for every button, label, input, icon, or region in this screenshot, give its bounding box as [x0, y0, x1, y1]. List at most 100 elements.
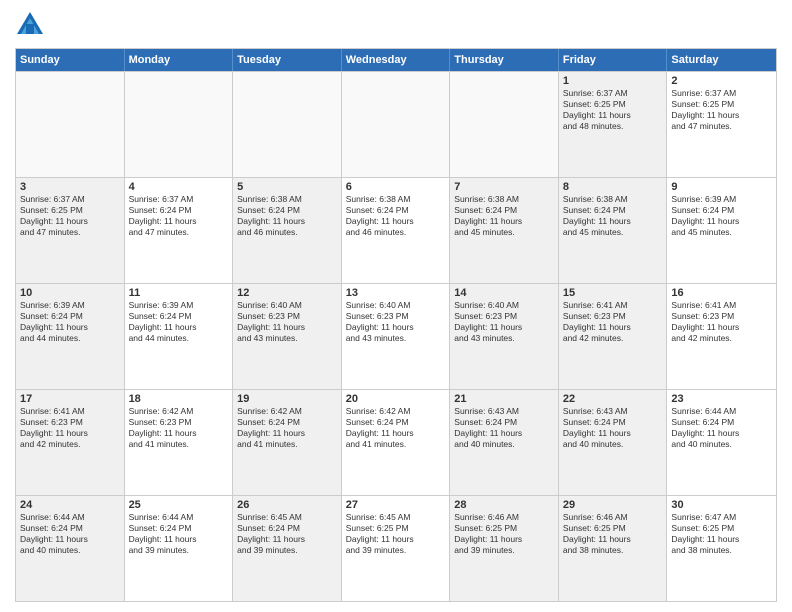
day-number: 11	[129, 287, 229, 299]
day-number: 14	[454, 287, 554, 299]
calendar-cell: 29Sunrise: 6:46 AM Sunset: 6:25 PM Dayli…	[559, 496, 668, 601]
calendar-cell: 13Sunrise: 6:40 AM Sunset: 6:23 PM Dayli…	[342, 284, 451, 389]
day-info: Sunrise: 6:44 AM Sunset: 6:24 PM Dayligh…	[20, 512, 120, 556]
day-info: Sunrise: 6:40 AM Sunset: 6:23 PM Dayligh…	[237, 300, 337, 344]
day-number: 8	[563, 181, 663, 193]
day-info: Sunrise: 6:43 AM Sunset: 6:24 PM Dayligh…	[563, 406, 663, 450]
calendar-cell: 15Sunrise: 6:41 AM Sunset: 6:23 PM Dayli…	[559, 284, 668, 389]
day-number: 9	[671, 181, 772, 193]
calendar-header-cell: Friday	[559, 49, 668, 71]
day-info: Sunrise: 6:38 AM Sunset: 6:24 PM Dayligh…	[563, 194, 663, 238]
calendar-cell	[125, 72, 234, 177]
calendar-header-cell: Saturday	[667, 49, 776, 71]
calendar-header-cell: Sunday	[16, 49, 125, 71]
calendar-row: 1Sunrise: 6:37 AM Sunset: 6:25 PM Daylig…	[16, 71, 776, 177]
day-number: 12	[237, 287, 337, 299]
day-info: Sunrise: 6:37 AM Sunset: 6:25 PM Dayligh…	[20, 194, 120, 238]
calendar-row: 17Sunrise: 6:41 AM Sunset: 6:23 PM Dayli…	[16, 389, 776, 495]
calendar-header-cell: Monday	[125, 49, 234, 71]
calendar-cell: 7Sunrise: 6:38 AM Sunset: 6:24 PM Daylig…	[450, 178, 559, 283]
day-info: Sunrise: 6:39 AM Sunset: 6:24 PM Dayligh…	[671, 194, 772, 238]
day-info: Sunrise: 6:44 AM Sunset: 6:24 PM Dayligh…	[671, 406, 772, 450]
calendar-row: 24Sunrise: 6:44 AM Sunset: 6:24 PM Dayli…	[16, 495, 776, 601]
day-number: 18	[129, 393, 229, 405]
day-number: 2	[671, 75, 772, 87]
day-number: 10	[20, 287, 120, 299]
calendar-cell: 14Sunrise: 6:40 AM Sunset: 6:23 PM Dayli…	[450, 284, 559, 389]
day-info: Sunrise: 6:45 AM Sunset: 6:24 PM Dayligh…	[237, 512, 337, 556]
day-number: 27	[346, 499, 446, 511]
logo	[15, 10, 49, 40]
calendar-cell: 2Sunrise: 6:37 AM Sunset: 6:25 PM Daylig…	[667, 72, 776, 177]
calendar-cell: 10Sunrise: 6:39 AM Sunset: 6:24 PM Dayli…	[16, 284, 125, 389]
calendar-cell	[16, 72, 125, 177]
page: SundayMondayTuesdayWednesdayThursdayFrid…	[0, 0, 792, 612]
calendar-cell: 26Sunrise: 6:45 AM Sunset: 6:24 PM Dayli…	[233, 496, 342, 601]
day-info: Sunrise: 6:39 AM Sunset: 6:24 PM Dayligh…	[20, 300, 120, 344]
day-number: 17	[20, 393, 120, 405]
calendar-cell: 24Sunrise: 6:44 AM Sunset: 6:24 PM Dayli…	[16, 496, 125, 601]
calendar-header-cell: Thursday	[450, 49, 559, 71]
calendar-row: 3Sunrise: 6:37 AM Sunset: 6:25 PM Daylig…	[16, 177, 776, 283]
calendar-cell: 4Sunrise: 6:37 AM Sunset: 6:24 PM Daylig…	[125, 178, 234, 283]
day-info: Sunrise: 6:39 AM Sunset: 6:24 PM Dayligh…	[129, 300, 229, 344]
calendar-cell: 25Sunrise: 6:44 AM Sunset: 6:24 PM Dayli…	[125, 496, 234, 601]
calendar-cell: 5Sunrise: 6:38 AM Sunset: 6:24 PM Daylig…	[233, 178, 342, 283]
day-number: 24	[20, 499, 120, 511]
day-number: 28	[454, 499, 554, 511]
calendar-cell: 23Sunrise: 6:44 AM Sunset: 6:24 PM Dayli…	[667, 390, 776, 495]
day-number: 29	[563, 499, 663, 511]
calendar-cell: 9Sunrise: 6:39 AM Sunset: 6:24 PM Daylig…	[667, 178, 776, 283]
day-number: 30	[671, 499, 772, 511]
day-info: Sunrise: 6:41 AM Sunset: 6:23 PM Dayligh…	[671, 300, 772, 344]
day-info: Sunrise: 6:42 AM Sunset: 6:24 PM Dayligh…	[346, 406, 446, 450]
calendar-cell: 8Sunrise: 6:38 AM Sunset: 6:24 PM Daylig…	[559, 178, 668, 283]
day-info: Sunrise: 6:46 AM Sunset: 6:25 PM Dayligh…	[563, 512, 663, 556]
day-info: Sunrise: 6:37 AM Sunset: 6:25 PM Dayligh…	[671, 88, 772, 132]
day-number: 13	[346, 287, 446, 299]
day-number: 6	[346, 181, 446, 193]
day-number: 15	[563, 287, 663, 299]
calendar-cell	[233, 72, 342, 177]
calendar-cell: 12Sunrise: 6:40 AM Sunset: 6:23 PM Dayli…	[233, 284, 342, 389]
day-number: 20	[346, 393, 446, 405]
header	[15, 10, 777, 40]
day-number: 1	[563, 75, 663, 87]
calendar-cell: 21Sunrise: 6:43 AM Sunset: 6:24 PM Dayli…	[450, 390, 559, 495]
calendar-header-cell: Wednesday	[342, 49, 451, 71]
day-info: Sunrise: 6:44 AM Sunset: 6:24 PM Dayligh…	[129, 512, 229, 556]
day-number: 19	[237, 393, 337, 405]
calendar-cell	[450, 72, 559, 177]
calendar-cell: 17Sunrise: 6:41 AM Sunset: 6:23 PM Dayli…	[16, 390, 125, 495]
calendar-cell: 22Sunrise: 6:43 AM Sunset: 6:24 PM Dayli…	[559, 390, 668, 495]
calendar: SundayMondayTuesdayWednesdayThursdayFrid…	[15, 48, 777, 602]
day-info: Sunrise: 6:41 AM Sunset: 6:23 PM Dayligh…	[20, 406, 120, 450]
calendar-header-cell: Tuesday	[233, 49, 342, 71]
day-number: 4	[129, 181, 229, 193]
calendar-header: SundayMondayTuesdayWednesdayThursdayFrid…	[16, 49, 776, 71]
day-number: 21	[454, 393, 554, 405]
day-number: 26	[237, 499, 337, 511]
calendar-row: 10Sunrise: 6:39 AM Sunset: 6:24 PM Dayli…	[16, 283, 776, 389]
day-info: Sunrise: 6:38 AM Sunset: 6:24 PM Dayligh…	[237, 194, 337, 238]
day-info: Sunrise: 6:41 AM Sunset: 6:23 PM Dayligh…	[563, 300, 663, 344]
calendar-cell: 27Sunrise: 6:45 AM Sunset: 6:25 PM Dayli…	[342, 496, 451, 601]
calendar-cell: 18Sunrise: 6:42 AM Sunset: 6:23 PM Dayli…	[125, 390, 234, 495]
day-info: Sunrise: 6:37 AM Sunset: 6:25 PM Dayligh…	[563, 88, 663, 132]
day-number: 5	[237, 181, 337, 193]
day-info: Sunrise: 6:37 AM Sunset: 6:24 PM Dayligh…	[129, 194, 229, 238]
day-number: 3	[20, 181, 120, 193]
calendar-cell: 3Sunrise: 6:37 AM Sunset: 6:25 PM Daylig…	[16, 178, 125, 283]
calendar-body: 1Sunrise: 6:37 AM Sunset: 6:25 PM Daylig…	[16, 71, 776, 601]
calendar-cell: 1Sunrise: 6:37 AM Sunset: 6:25 PM Daylig…	[559, 72, 668, 177]
day-info: Sunrise: 6:46 AM Sunset: 6:25 PM Dayligh…	[454, 512, 554, 556]
day-info: Sunrise: 6:38 AM Sunset: 6:24 PM Dayligh…	[346, 194, 446, 238]
calendar-cell	[342, 72, 451, 177]
day-number: 7	[454, 181, 554, 193]
calendar-cell: 19Sunrise: 6:42 AM Sunset: 6:24 PM Dayli…	[233, 390, 342, 495]
logo-icon	[15, 10, 45, 40]
day-info: Sunrise: 6:42 AM Sunset: 6:24 PM Dayligh…	[237, 406, 337, 450]
calendar-cell: 30Sunrise: 6:47 AM Sunset: 6:25 PM Dayli…	[667, 496, 776, 601]
day-number: 22	[563, 393, 663, 405]
day-info: Sunrise: 6:45 AM Sunset: 6:25 PM Dayligh…	[346, 512, 446, 556]
